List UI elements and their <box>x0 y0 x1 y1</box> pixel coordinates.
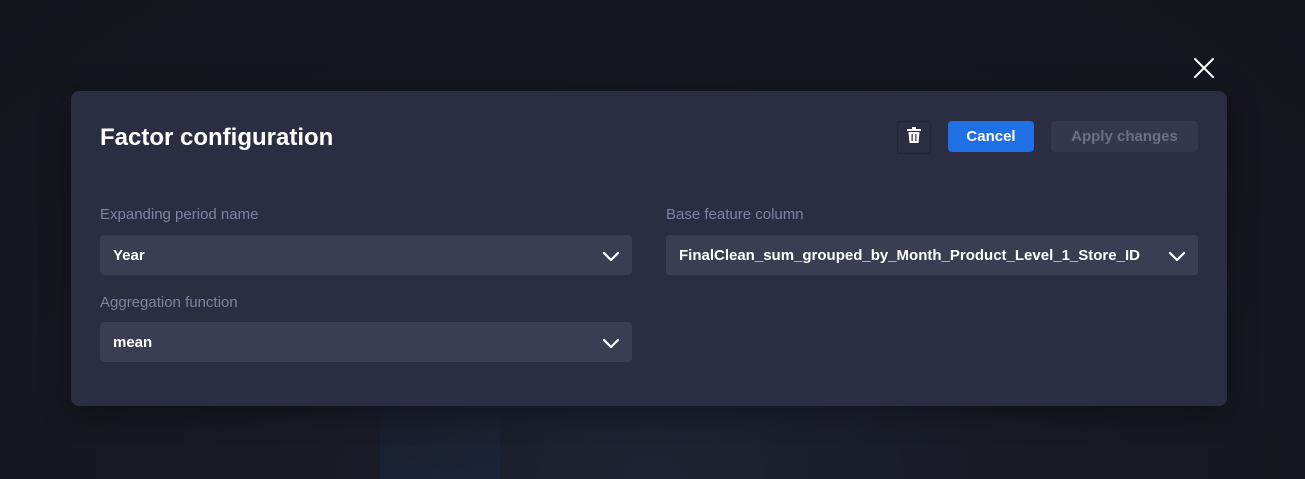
chevron-down-icon <box>602 247 620 265</box>
factor-configuration-dialog: Factor configuration Cancel Apply change… <box>71 91 1227 406</box>
delete-button[interactable] <box>897 121 931 154</box>
base-feature-label: Base feature column <box>666 206 804 223</box>
chevron-down-icon <box>602 334 620 352</box>
expanding-period-select[interactable]: Year <box>100 235 632 275</box>
aggregation-label: Aggregation function <box>100 294 238 311</box>
aggregation-value: mean <box>113 333 153 351</box>
base-feature-value: FinalClean_sum_grouped_by_Month_Product_… <box>679 246 1140 264</box>
close-icon <box>1193 57 1215 84</box>
expanding-period-label: Expanding period name <box>100 206 259 223</box>
expanding-period-value: Year <box>113 246 145 264</box>
apply-changes-button[interactable]: Apply changes <box>1051 121 1198 152</box>
trash-icon <box>907 127 921 148</box>
backdrop-highlight <box>380 400 500 479</box>
base-feature-select[interactable]: FinalClean_sum_grouped_by_Month_Product_… <box>666 235 1198 275</box>
dialog-title: Factor configuration <box>100 124 334 151</box>
cancel-button[interactable]: Cancel <box>948 121 1034 152</box>
close-button[interactable] <box>1188 54 1220 86</box>
chevron-down-icon <box>1168 247 1186 265</box>
aggregation-select[interactable]: mean <box>100 322 632 362</box>
